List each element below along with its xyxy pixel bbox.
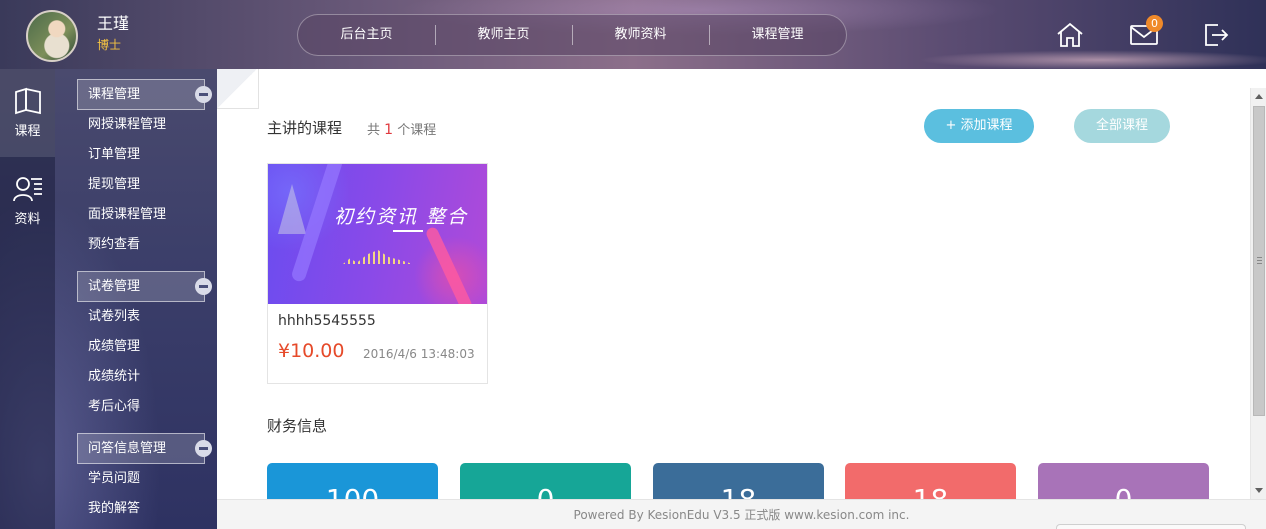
course-count-suffix: 个课程: [397, 123, 437, 138]
course-count: 共 1 个课程: [367, 119, 436, 138]
menu-item-withdrawals[interactable]: 提现管理: [77, 170, 205, 200]
collapse-icon[interactable]: [195, 278, 212, 295]
menu-item-my-answers[interactable]: 我的解答: [77, 494, 205, 524]
finance-stat-card[interactable]: 0: [1038, 463, 1209, 503]
nav-admin-home[interactable]: 后台主页: [298, 14, 435, 56]
scrollbar-grip-icon: [1257, 257, 1262, 264]
menu-item-orders[interactable]: 订单管理: [77, 140, 205, 170]
menu-head-course-label: 课程管理: [88, 87, 141, 102]
thumbnail-waveform: [343, 250, 413, 264]
sidebar-tab-course-label: 课程: [14, 124, 41, 139]
collapse-icon[interactable]: [195, 86, 212, 103]
top-navigation: 后台主页 教师主页 教师资料 课程管理: [297, 14, 847, 56]
collapse-icon[interactable]: [195, 440, 212, 457]
course-count-prefix: 共: [367, 123, 381, 138]
finance-stat-card[interactable]: 100: [267, 463, 438, 503]
sidebar-tab-profile[interactable]: 资料: [0, 157, 55, 245]
all-courses-button[interactable]: 全部课程: [1074, 109, 1170, 143]
book-icon: [14, 87, 41, 115]
sidebar-tab-course[interactable]: 课程: [0, 69, 55, 157]
menu-head-qa-label: 问答信息管理: [88, 441, 167, 456]
menu-item-appointments[interactable]: 预约查看: [77, 230, 205, 260]
thumbnail-decoration: [424, 225, 474, 304]
main-content: 主讲的课程 共 1 个课程 + 添加课程 全部课程 初约资讯 整合 hhhh55…: [217, 69, 1266, 503]
finance-stat-card[interactable]: 18: [845, 463, 1016, 503]
page-corner-fold: [217, 69, 259, 109]
home-icon[interactable]: [1055, 20, 1085, 50]
user-name: 王瑾: [97, 14, 130, 33]
menu-item-score-stats[interactable]: 成绩统计: [77, 362, 205, 392]
finance-stat-card[interactable]: 18: [653, 463, 824, 503]
left-sidebar: 课程 资料 课程管理 网授课程管理 订单管理 提现管理 面授课程管理 预约查看: [0, 69, 217, 529]
course-price: ¥10.00: [278, 340, 345, 362]
top-header: 王瑾 博士 后台主页 教师主页 教师资料 课程管理 0: [0, 0, 1266, 69]
bottom-widget[interactable]: [1056, 524, 1246, 529]
menu-head-exam-label: 试卷管理: [88, 279, 141, 294]
add-course-button[interactable]: + 添加课程: [924, 109, 1034, 143]
courses-section-title: 主讲的课程: [267, 119, 343, 137]
sidebar-tab-profile-label: 资料: [14, 212, 41, 227]
course-thumbnail[interactable]: 初约资讯 整合: [268, 164, 487, 304]
nav-teacher-home[interactable]: 教师主页: [435, 14, 572, 56]
course-date: 2016/4/6 13:48:03: [363, 347, 475, 361]
menu-item-score-management[interactable]: 成绩管理: [77, 332, 205, 362]
menu-item-exam-list[interactable]: 试卷列表: [77, 302, 205, 332]
course-card[interactable]: 初约资讯 整合 hhhh5545555 ¥10.00 2016/4/6 13:4…: [267, 163, 488, 384]
icon-column: 课程 资料: [0, 69, 55, 529]
profile-icon: [12, 177, 42, 202]
menu-head-qa[interactable]: 问答信息管理: [77, 433, 212, 464]
menu-item-student-questions[interactable]: 学员问题: [77, 464, 205, 494]
vertical-scrollbar[interactable]: [1250, 88, 1266, 499]
thumbnail-title: 初约资讯 整合: [334, 206, 469, 228]
menu-item-exam-reflections[interactable]: 考后心得: [77, 392, 205, 422]
menu-item-offline-courses[interactable]: 面授课程管理: [77, 200, 205, 230]
scroll-down-arrow-icon[interactable]: [1255, 488, 1263, 493]
nav-course-management[interactable]: 课程管理: [709, 14, 846, 56]
footer-text: Powered By KesionEdu V3.5 正式版 www.kesion…: [573, 508, 910, 522]
menu-group-course: 课程管理 网授课程管理 订单管理 提现管理 面授课程管理 预约查看: [77, 79, 212, 260]
finance-stat-card[interactable]: 0: [460, 463, 631, 503]
finance-section-title: 财务信息: [267, 417, 328, 435]
menu-group-qa: 问答信息管理 学员问题 我的解答: [77, 433, 212, 524]
logout-icon[interactable]: [1201, 20, 1231, 50]
menu-item-online-courses[interactable]: 网授课程管理: [77, 110, 205, 140]
menu-head-course[interactable]: 课程管理: [77, 79, 212, 110]
user-title: 博士: [97, 38, 122, 52]
course-count-value: 1: [384, 122, 394, 138]
scroll-up-arrow-icon[interactable]: [1255, 94, 1263, 99]
message-count-badge: 0: [1146, 15, 1163, 32]
scrollbar-thumb[interactable]: [1253, 106, 1265, 416]
nav-teacher-profile[interactable]: 教师资料: [572, 14, 709, 56]
course-name[interactable]: hhhh5545555: [278, 313, 376, 329]
menu-group-exam: 试卷管理 试卷列表 成绩管理 成绩统计 考后心得: [77, 271, 212, 422]
menu-head-exam[interactable]: 试卷管理: [77, 271, 212, 302]
avatar[interactable]: [26, 10, 78, 62]
thumbnail-decoration: [278, 184, 306, 234]
thumbnail-decoration: [393, 230, 423, 232]
